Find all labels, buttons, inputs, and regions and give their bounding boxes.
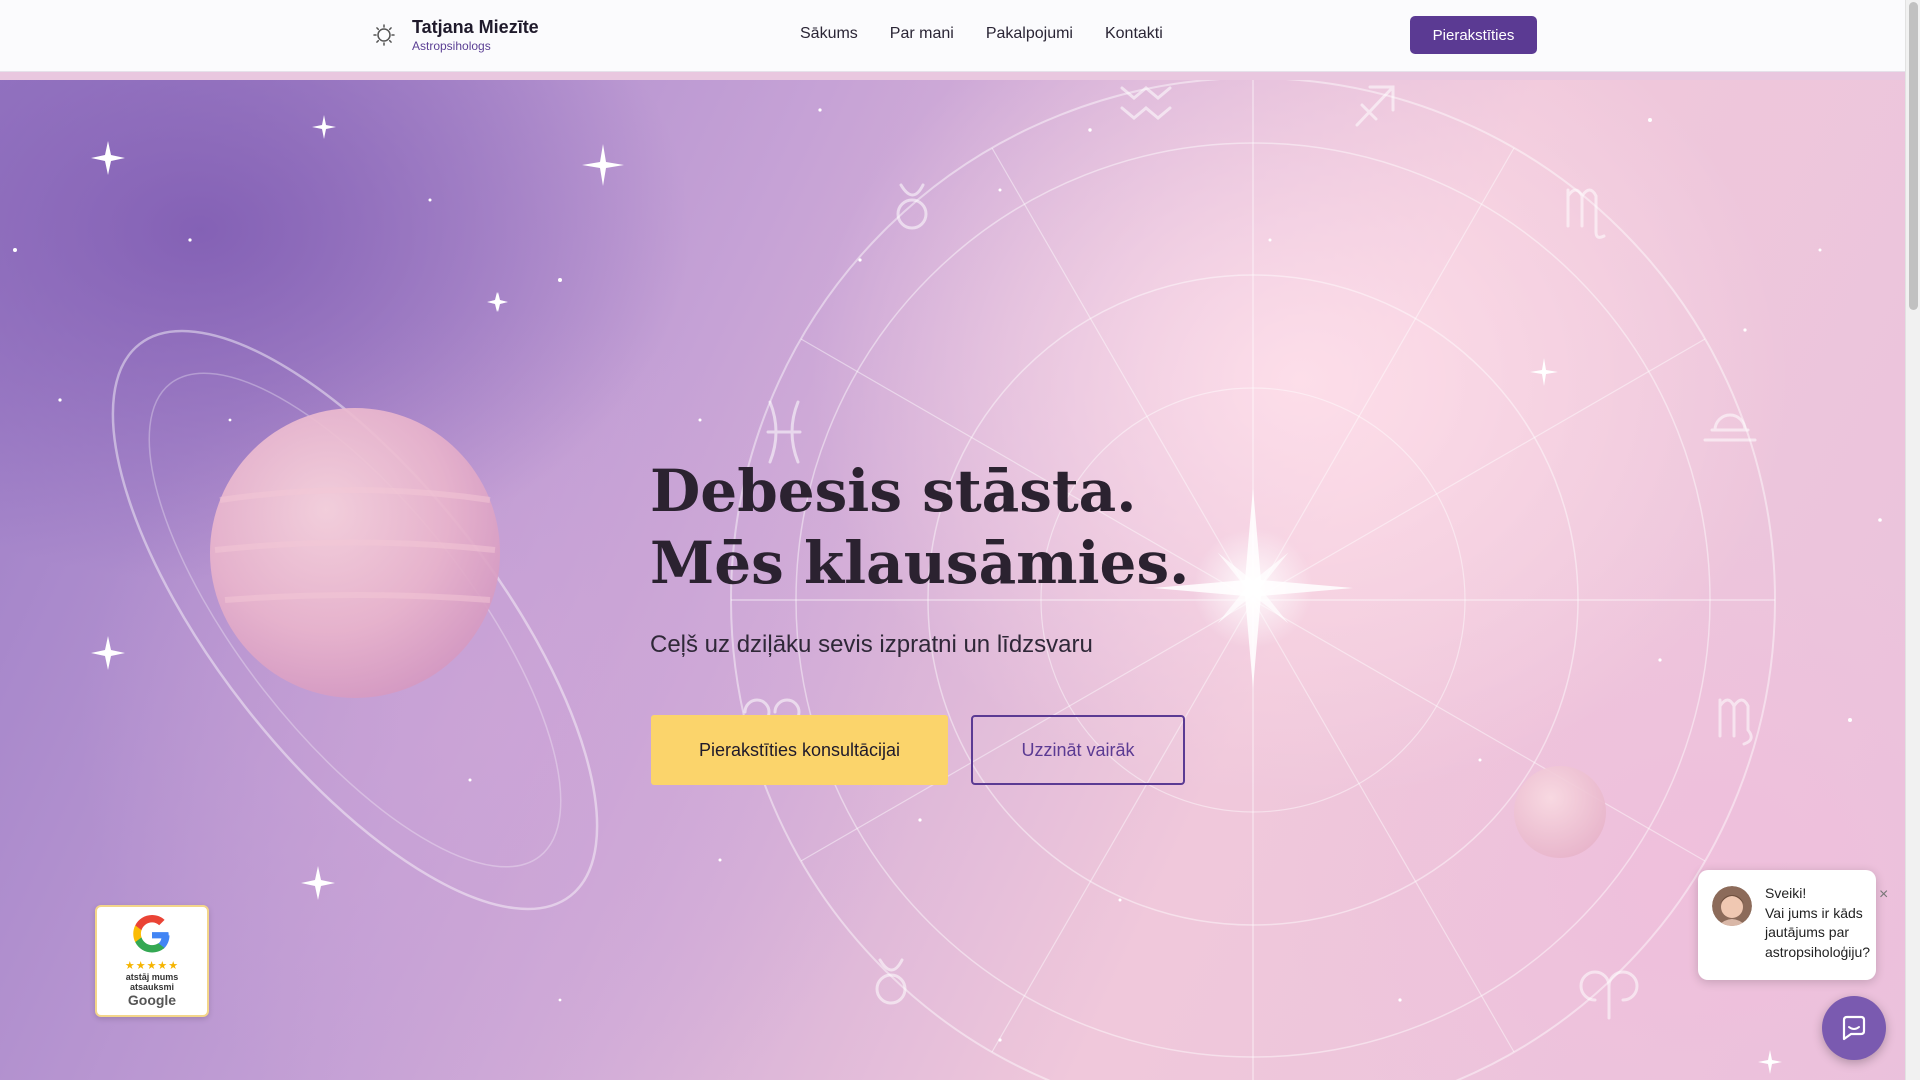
page-scrollbar[interactable] (1905, 0, 1920, 1080)
google-review-badge[interactable]: ★★★★★ atstāj mums atsauksmi Google (95, 905, 209, 1017)
chat-message: Sveiki! Vai jums ir kāds jautājums par a… (1765, 884, 1877, 962)
nav-contacts[interactable]: Kontakti (1105, 24, 1163, 44)
hero-section: Debesis stāsta. Mēs klausāmies. Ceļš uz … (0, 80, 1905, 1080)
book-consultation-button[interactable]: Pierakstīties konsultācijai (651, 715, 948, 785)
sun-icon (373, 24, 395, 46)
logo[interactable]: Tatjana Miezīte Astropsihologs (372, 16, 539, 54)
headline-line-1: Debesis stāsta. (650, 457, 1137, 525)
header-signup-button[interactable]: Pierakstīties (1410, 16, 1537, 54)
chat-question: Vai jums ir kāds jautājums par astropsih… (1765, 904, 1871, 960)
small-moon (1514, 766, 1606, 858)
rating-stars: ★★★★★ (124, 960, 180, 972)
chat-greeting: Sveiki! (1765, 885, 1807, 901)
badge-google-word: Google (127, 992, 177, 1008)
hero-headline: Debesis stāsta. Mēs klausāmies. (650, 455, 1189, 599)
ringed-planet (111, 329, 599, 911)
close-icon[interactable]: × (1879, 886, 1888, 904)
headline-line-2: Mēs klausāmies. (650, 529, 1190, 597)
nav-home[interactable]: Sākums (800, 24, 858, 44)
chat-icon (1842, 1015, 1866, 1041)
badge-text-line-2: atsauksmi (129, 982, 175, 992)
brand-subtitle: Astropsihologs (412, 39, 491, 53)
nav-about[interactable]: Par mani (890, 24, 954, 44)
avatar-image (1712, 886, 1752, 926)
google-g-icon (133, 915, 170, 953)
badge-text-line-1: atstāj mums (125, 972, 179, 982)
brand-name: Tatjana Miezīte (412, 17, 539, 37)
learn-more-button[interactable]: Uzzināt vairāk (971, 715, 1185, 785)
chat-avatar (1712, 886, 1752, 926)
nav-services[interactable]: Pakalpojumi (986, 24, 1073, 44)
chat-launcher-button[interactable] (1822, 996, 1886, 1060)
chat-greeting-bubble[interactable]: Sveiki! Vai jums ir kāds jautājums par a… (1698, 870, 1876, 980)
scrollbar-thumb[interactable] (1909, 2, 1918, 310)
brand-block: Tatjana Miezīte Astropsihologs (412, 16, 539, 54)
main-nav: Sākums Par mani Pakalpojumi Kontakti (800, 24, 1163, 44)
hero-subheadline: Ceļš uz dziļāku sevis izpratni un līdzsv… (650, 631, 1093, 658)
site-header: Tatjana Miezīte Astropsihologs Sākums Pa… (0, 0, 1905, 72)
